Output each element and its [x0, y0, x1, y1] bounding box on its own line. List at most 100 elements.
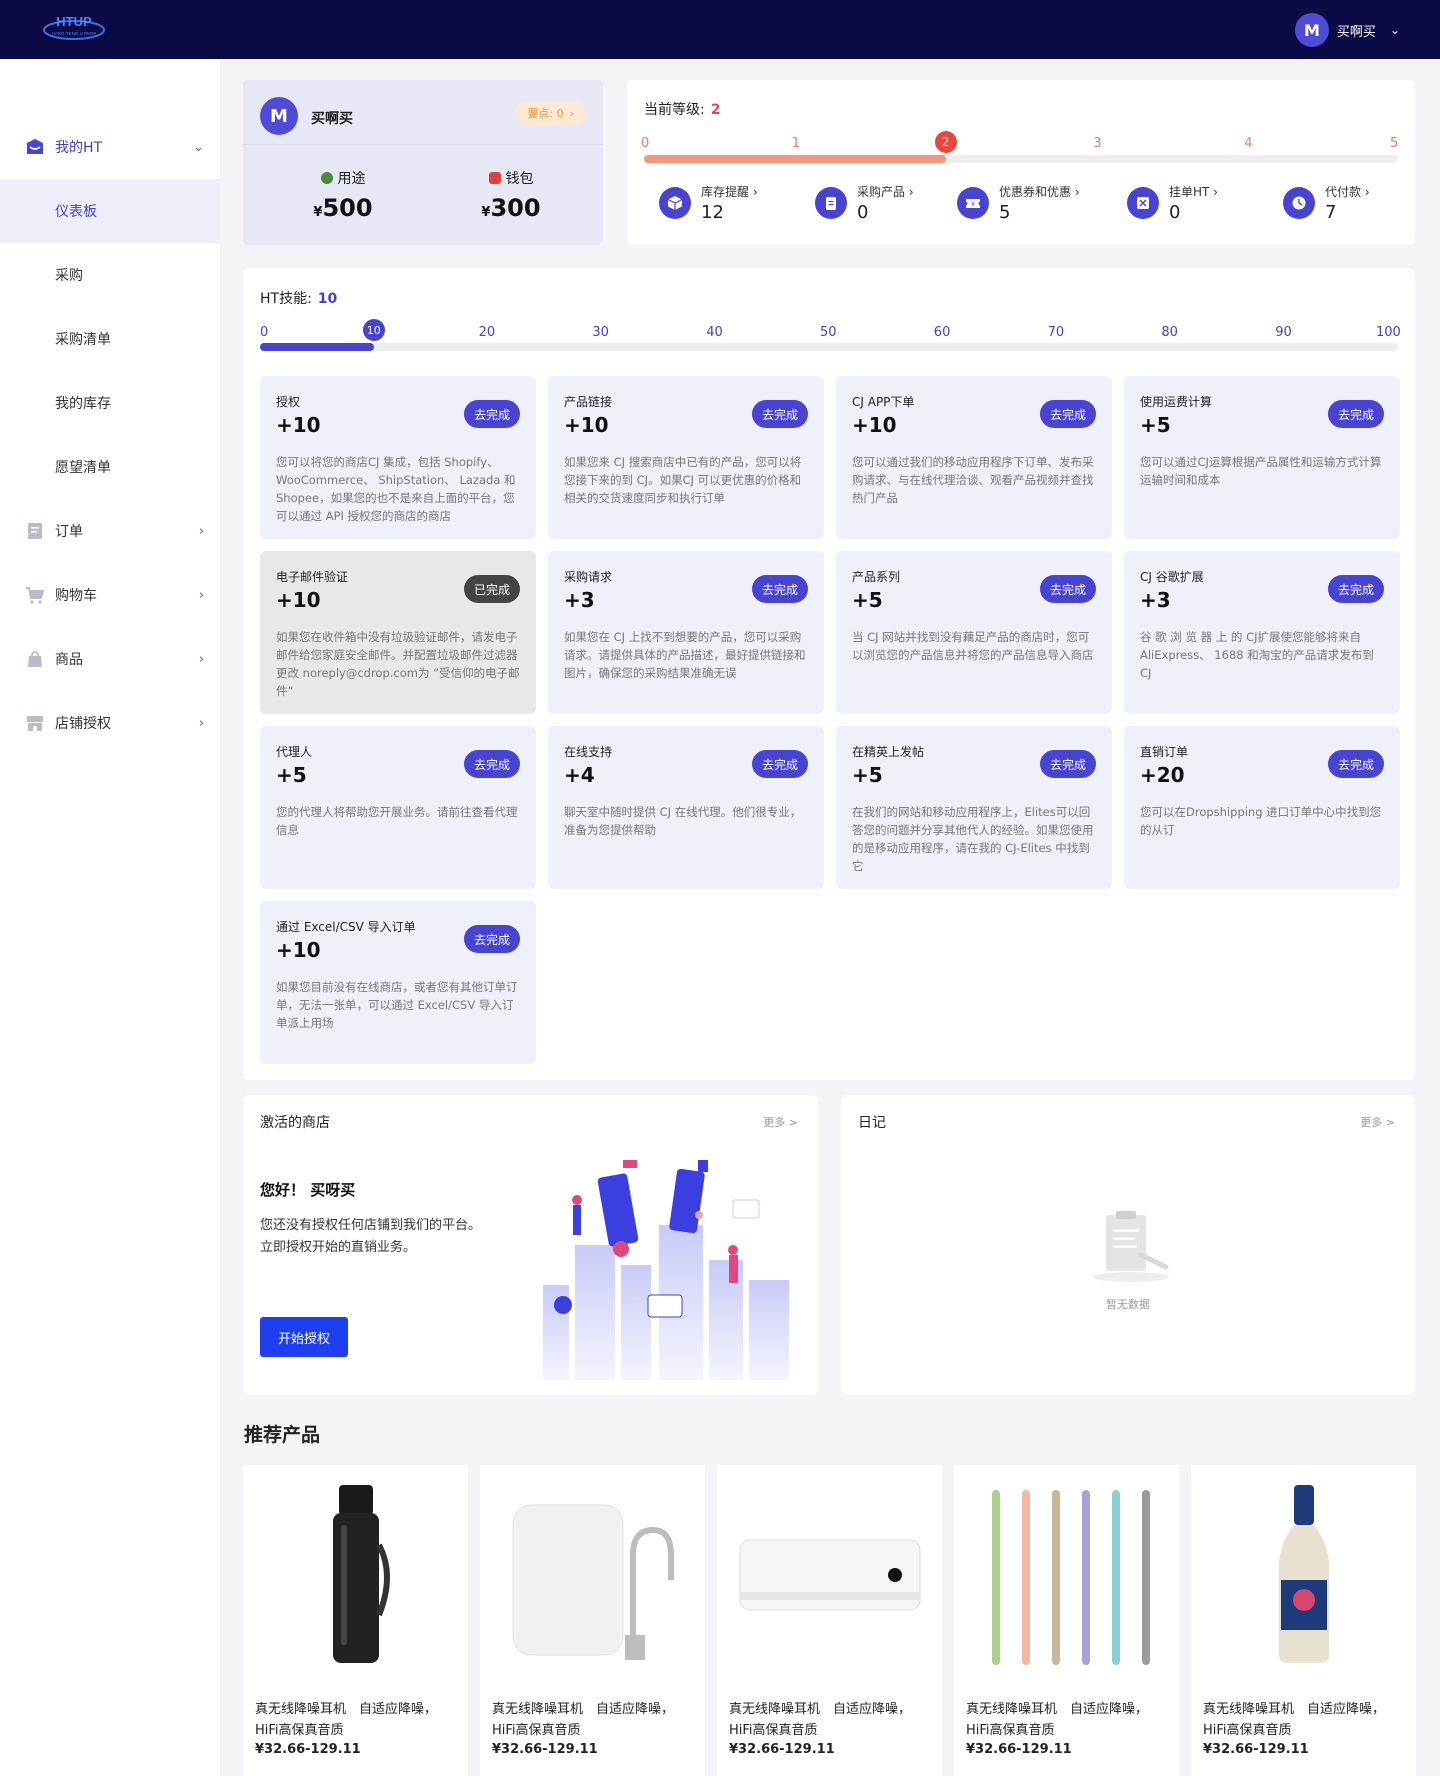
product-price: ¥32.66-129.11	[255, 1742, 361, 1757]
task-complete-button[interactable]: 去完成	[1039, 750, 1096, 778]
product-name[interactable]: 真无线降噪耳机 自适应降噪，HiFi高保真音质	[966, 1699, 1171, 1741]
stat-value: 0	[1169, 202, 1181, 223]
chevron-right-icon: ›	[569, 106, 574, 120]
task-complete-button[interactable]: 去完成	[463, 750, 520, 778]
stat-value: 0	[857, 202, 869, 223]
sidebar-item-inventory[interactable]: 我的库存	[0, 371, 220, 435]
task-description: 如果您在收件箱中没有垃圾验证邮件，请发电子邮件给您家庭安全邮件。并配置垃圾邮件过…	[276, 630, 520, 698]
task-complete-button[interactable]: 去完成	[751, 575, 808, 603]
water-purifier-image[interactable]	[480, 1465, 705, 1685]
product-card[interactable]: 真无线降噪耳机 自适应降噪，HiFi高保真音质 ¥32.66-129.11	[243, 1465, 468, 1776]
product-name[interactable]: 真无线降噪耳机 自适应降噪，HiFi高保真音质	[729, 1699, 934, 1741]
start-authorization-button[interactable]: 开始授权	[260, 1317, 348, 1357]
thermos-image[interactable]	[243, 1465, 468, 1685]
stock-alert-stat[interactable]: 库存提醒 › 12	[659, 183, 758, 223]
sidebar-item-orders[interactable]: 订单 ›	[0, 499, 220, 563]
more-link[interactable]: 更多 >	[1360, 1114, 1395, 1130]
username[interactable]: 买啊买	[1337, 21, 1376, 40]
task-complete-button[interactable]: 去完成	[463, 400, 520, 428]
task-name: 产品链接	[564, 395, 613, 409]
skills-tick-label: 70	[1047, 325, 1065, 340]
chevron-down-icon[interactable]: ⌄	[1390, 23, 1400, 37]
product-name[interactable]: 真无线降噪耳机 自适应降噪，HiFi高保真音质	[492, 1699, 697, 1741]
chevron-down-icon: ⌄	[193, 139, 204, 155]
task-complete-button[interactable]: 去完成	[1039, 400, 1096, 428]
task-description: 如果您目前没有在线商店，或者您有其他订单订单，无法一张单，可以通过 Excel/…	[276, 980, 518, 1030]
sidebar-item-cart[interactable]: 购物车 ›	[0, 563, 220, 627]
product-name[interactable]: 真无线降噪耳机 自适应降噪，HiFi高保真音质	[255, 1699, 460, 1741]
sidebar-item-purchase-list[interactable]: 采购清单	[0, 307, 220, 371]
task-complete-button[interactable]: 去完成	[751, 750, 808, 778]
product-card[interactable]: 真无线降噪耳机 自适应降噪，HiFi高保真音质 ¥32.66-129.11	[1191, 1465, 1416, 1776]
stat-label: 采购产品	[857, 185, 906, 199]
svg-text:¥: ¥	[971, 201, 975, 208]
chevron-right-icon: ›	[198, 587, 204, 603]
task-complete-button[interactable]: 去完成	[1327, 400, 1384, 428]
coupons-stat[interactable]: ¥ 优惠券和优惠 › 5	[957, 183, 1080, 223]
sidebar-item-shop-auth[interactable]: 店铺授权 ›	[0, 691, 220, 755]
skill-task-card: 在线支持 +4 去完成 聊天室中随时提供 CJ 在线代理。他们很专业，准备为您提供帮助	[548, 726, 824, 889]
divider	[243, 144, 603, 145]
cube-icon	[659, 187, 691, 219]
wallet-value: 300	[490, 194, 541, 222]
pending-icon	[1127, 187, 1159, 219]
level-tick-label: 1	[791, 136, 801, 151]
user-menu[interactable]: M 买啊买 ⌄	[1294, 13, 1400, 47]
purchase-products-stat[interactable]: 采购产品 › 0	[815, 183, 914, 223]
product-price: ¥32.66-129.11	[966, 1742, 1072, 1757]
dashboard-illustration	[543, 1160, 789, 1380]
toothbrushes-image[interactable]	[954, 1465, 1179, 1685]
sidebar-item-dashboard[interactable]: 仪表板	[0, 179, 220, 243]
sidebar-item-wishlist[interactable]: 愿望清单	[0, 435, 220, 499]
skills-tick-label: 40	[706, 325, 723, 340]
wallet-stat[interactable]: 钱包 ¥300	[451, 168, 571, 222]
product-price: ¥32.66-129.11	[492, 1742, 598, 1757]
beer-bottle-image[interactable]	[1191, 1465, 1416, 1685]
task-complete-button[interactable]: 去完成	[751, 400, 808, 428]
product-card[interactable]: 真无线降噪耳机 自适应降噪，HiFi高保真音质 ¥32.66-129.11	[954, 1465, 1179, 1776]
skills-progress-fill	[260, 343, 374, 351]
usage-stat[interactable]: 用途 ¥500	[283, 168, 403, 222]
task-points: +20	[1140, 763, 1185, 787]
usage-icon	[320, 172, 333, 184]
task-complete-button[interactable]: 去完成	[1327, 575, 1384, 603]
sidebar-item-label: 采购清单	[55, 332, 111, 348]
pending-ht-stat[interactable]: 挂单HT › 0	[1127, 183, 1218, 223]
task-name: 采购请求	[564, 570, 613, 584]
task-points: +10	[276, 588, 321, 612]
task-name: CJ APP下单	[852, 395, 915, 409]
product-card[interactable]: 真无线降噪耳机 自适应降噪，HiFi高保真音质 ¥32.66-129.11	[717, 1465, 942, 1776]
product-name[interactable]: 真无线降噪耳机 自适应降噪，HiFi高保真音质	[1203, 1699, 1408, 1741]
level-progress-fill	[644, 155, 946, 163]
task-complete-button[interactable]: 去完成	[463, 925, 520, 953]
skills-tick-label: 90	[1275, 325, 1292, 340]
skill-task-card: 授权 +10 去完成 您可以将您的商店CJ 集成，包括 Shopify、WooComm…	[260, 376, 536, 539]
usage-label: 用途	[337, 171, 366, 187]
level-marker: 2	[934, 131, 957, 153]
task-complete-button[interactable]: 去完成	[1039, 575, 1096, 603]
cart-icon	[26, 587, 45, 604]
diary-card: 日记 更多 > 暂无数据	[841, 1095, 1415, 1395]
avatar: M	[260, 97, 298, 135]
points-badge[interactable]: 要点: 0 ›	[515, 101, 586, 125]
sidebar-item-label: 店铺授权	[55, 716, 111, 732]
skills-value: 10	[317, 291, 338, 307]
level-tick-label: 5	[1390, 136, 1399, 151]
avatar[interactable]: M	[1294, 13, 1329, 47]
sidebar-item-my-ht[interactable]: 我的HT ⌄	[0, 115, 220, 179]
product-card[interactable]: 真无线降噪耳机 自适应降噪，HiFi高保真音质 ¥32.66-129.11	[480, 1465, 705, 1776]
more-link[interactable]: 更多 >	[763, 1114, 798, 1130]
sidebar-item-label: 商品	[55, 652, 83, 668]
sidebar-item-purchase[interactable]: 采购	[0, 243, 220, 307]
task-name: 授权	[276, 395, 301, 409]
air-conditioner-image[interactable]	[717, 1465, 942, 1685]
task-name: 代理人	[276, 745, 313, 759]
logo[interactable]: HTUP HANG TENG U PERP	[40, 8, 108, 48]
task-description: 如果您来 CJ 搜索商店中已有的产品，您可以将您接下来的到 CJ。如果CJ 可以…	[564, 455, 802, 505]
pending-payment-stat[interactable]: 代付款 › 7	[1283, 183, 1370, 223]
level-tick-label: 3	[1093, 136, 1102, 151]
task-complete-button[interactable]: 去完成	[1327, 750, 1384, 778]
task-points: +5	[1140, 413, 1171, 437]
task-name: CJ 谷歌扩展	[1140, 570, 1204, 584]
sidebar-item-products[interactable]: 商品 ›	[0, 627, 220, 691]
